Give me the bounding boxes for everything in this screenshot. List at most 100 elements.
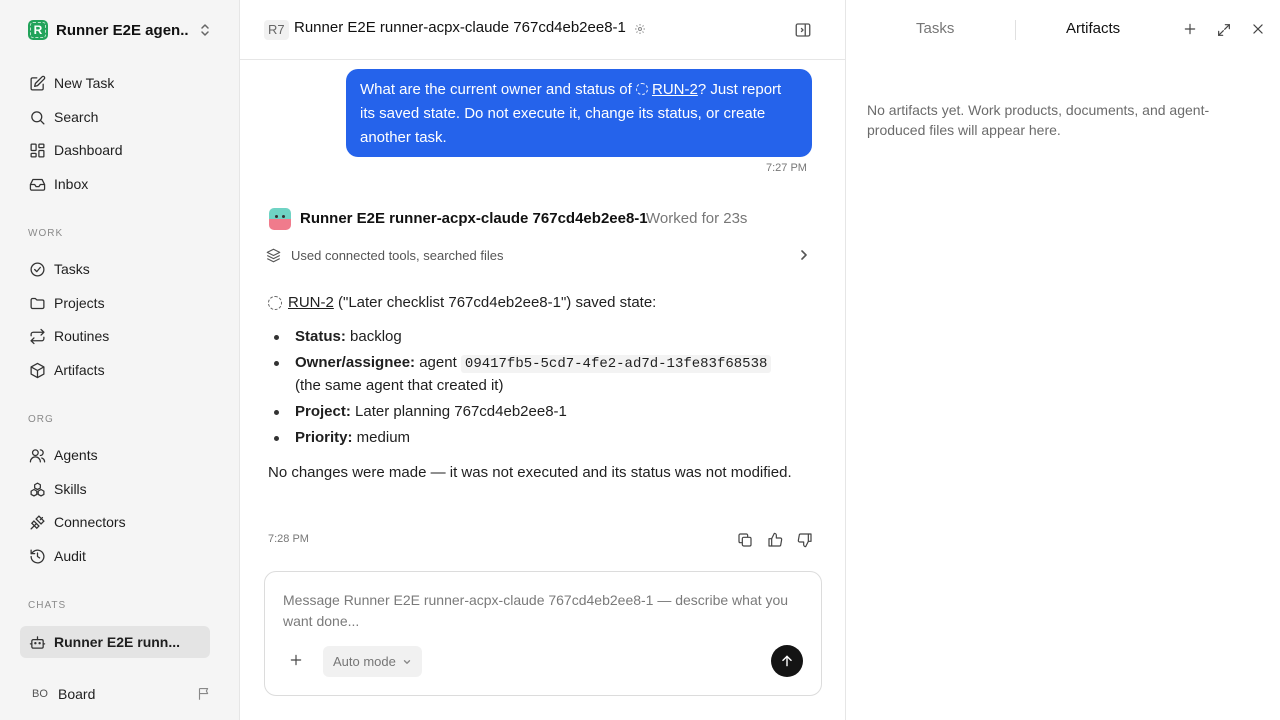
thumbs-up-icon[interactable] — [764, 531, 786, 549]
section-label-work: WORK — [28, 228, 64, 239]
mode-select-value: Auto mode — [333, 654, 396, 669]
board-user[interactable]: BO Board — [28, 682, 214, 706]
agent-message-time: 7:28 PM — [268, 533, 309, 545]
plug-icon — [28, 513, 46, 531]
repeat-icon — [28, 327, 46, 345]
chevron-down-icon — [396, 657, 412, 667]
list-item: Project: Later planning 767cd4eb2ee8-1 — [268, 401, 798, 423]
project-value: Later planning 767cd4eb2ee8-1 — [350, 403, 567, 420]
nav-label: New Task — [54, 75, 115, 91]
section-label-org: ORG — [28, 414, 54, 425]
tools-summary-row[interactable]: Used connected tools, searched files — [266, 246, 812, 264]
mode-select[interactable]: Auto mode — [323, 646, 422, 677]
settings-gear-icon[interactable] — [634, 23, 646, 35]
send-button[interactable] — [771, 645, 803, 677]
nav-label: Runner E2E runn... — [54, 634, 181, 650]
agent-badge: R7 — [264, 20, 289, 40]
boxes-icon — [28, 480, 46, 498]
project-label: Project: — [295, 403, 351, 420]
list-item: Status: backlog — [268, 326, 798, 348]
message-input[interactable]: Message Runner E2E runner-acpx-claude 76… — [283, 590, 803, 632]
owner-suffix: (the same agent that created it) — [295, 377, 504, 394]
tab-tasks[interactable]: Tasks — [916, 20, 954, 37]
chat-item-runner[interactable]: Runner E2E runn... — [20, 626, 210, 658]
task-link-run-2[interactable]: RUN-2 — [652, 81, 698, 98]
chat-panel: R7 Runner E2E runner-acpx-claude 767cd4e… — [240, 0, 846, 720]
workspace-name: Runner E2E agen... — [56, 21, 188, 39]
bot-icon — [28, 633, 46, 651]
owner-id: 09417fb5-5cd7-4fe2-ad7d-13fe83f68538 — [460, 355, 772, 373]
owner-label: Owner/assignee: — [295, 354, 416, 371]
nav-agents[interactable]: Agents — [20, 440, 210, 470]
toggle-panel-icon[interactable] — [794, 21, 812, 39]
owner-prefix: agent — [415, 354, 461, 371]
nav-connectors[interactable]: Connectors — [20, 507, 210, 537]
sidebar: R Runner E2E agen... New Task Search Das… — [0, 0, 240, 720]
workspace-logo: R — [28, 20, 48, 40]
add-attachment-icon[interactable] — [289, 653, 303, 667]
nav-label: Inbox — [54, 176, 89, 192]
nav-skills[interactable]: Skills — [20, 474, 210, 504]
agent-name: Runner E2E runner-acpx-claude 767cd4eb2e… — [300, 210, 648, 227]
flag-icon[interactable] — [197, 686, 212, 701]
nav-projects[interactable]: Projects — [20, 288, 210, 318]
workspace-switcher[interactable]: R Runner E2E agen... — [28, 19, 214, 41]
list-item: Owner/assignee: agent 09417fb5-5cd7-4fe2… — [268, 352, 798, 397]
chevron-right-icon — [798, 248, 810, 262]
expand-icon[interactable] — [1216, 22, 1232, 38]
layers-icon — [266, 248, 281, 263]
folder-icon — [28, 294, 46, 312]
message-composer: Message Runner E2E runner-acpx-claude 76… — [264, 571, 822, 696]
agent-answer: RUN-2 ("Later checklist 767cd4eb2ee8-1")… — [268, 292, 798, 485]
task-status-icon — [635, 83, 648, 95]
tab-divider — [1015, 20, 1016, 40]
plus-icon[interactable] — [1183, 22, 1197, 36]
priority-label: Priority: — [295, 429, 353, 446]
nav-label: Artifacts — [54, 362, 105, 378]
nav-label: Agents — [54, 447, 98, 463]
answer-closing: No changes were made — it was not execut… — [268, 464, 792, 481]
agent-avatar — [269, 208, 291, 230]
nav-label: Search — [54, 109, 99, 125]
task-status-icon — [268, 296, 282, 310]
tab-artifacts[interactable]: Artifacts — [1066, 20, 1120, 37]
arrow-up-icon — [780, 654, 794, 668]
status-label: Status: — [295, 328, 346, 345]
tools-summary-text: Used connected tools, searched files — [291, 247, 504, 263]
chat-title: Runner E2E runner-acpx-claude 767cd4eb2e… — [294, 19, 626, 36]
user-message: What are the current owner and status of… — [346, 69, 812, 157]
right-panel: Tasks Artifacts No artifacts yet. Work p… — [847, 0, 1280, 720]
status-value: backlog — [345, 328, 402, 345]
history-icon — [28, 547, 46, 565]
user-message-time: 7:27 PM — [766, 162, 807, 174]
section-label-chats: CHATS — [28, 600, 67, 611]
board-name: Board — [58, 686, 96, 702]
dashboard-icon — [28, 141, 46, 159]
nav-search[interactable]: Search — [20, 102, 210, 132]
nav-artifacts[interactable]: Artifacts — [20, 355, 210, 385]
thumbs-down-icon[interactable] — [794, 531, 816, 549]
nav-new-task[interactable]: New Task — [20, 68, 210, 98]
nav-label: Audit — [54, 548, 86, 564]
chevrons-up-down-icon — [198, 22, 212, 38]
edit-icon — [28, 74, 46, 92]
nav-label: Tasks — [54, 261, 90, 277]
nav-audit[interactable]: Audit — [20, 541, 210, 571]
copy-icon[interactable] — [734, 531, 756, 549]
answer-heading: RUN-2 ("Later checklist 767cd4eb2ee8-1")… — [268, 292, 798, 314]
chat-header: R7 Runner E2E runner-acpx-claude 767cd4e… — [240, 0, 846, 60]
nav-routines[interactable]: Routines — [20, 321, 210, 351]
nav-label: Projects — [54, 295, 105, 311]
nav-label: Connectors — [54, 514, 126, 530]
worked-duration: Worked for 23s — [646, 210, 748, 227]
box-icon — [28, 361, 46, 379]
list-item: Priority: medium — [268, 427, 798, 449]
close-icon[interactable] — [1251, 22, 1265, 36]
message-text: What are the current owner and status of — [360, 81, 636, 98]
nav-inbox[interactable]: Inbox — [20, 169, 210, 199]
search-icon — [28, 108, 46, 126]
nav-tasks[interactable]: Tasks — [20, 254, 210, 284]
nav-dashboard[interactable]: Dashboard — [20, 135, 210, 165]
users-icon — [28, 446, 46, 464]
task-link-run-2[interactable]: RUN-2 — [288, 294, 334, 311]
